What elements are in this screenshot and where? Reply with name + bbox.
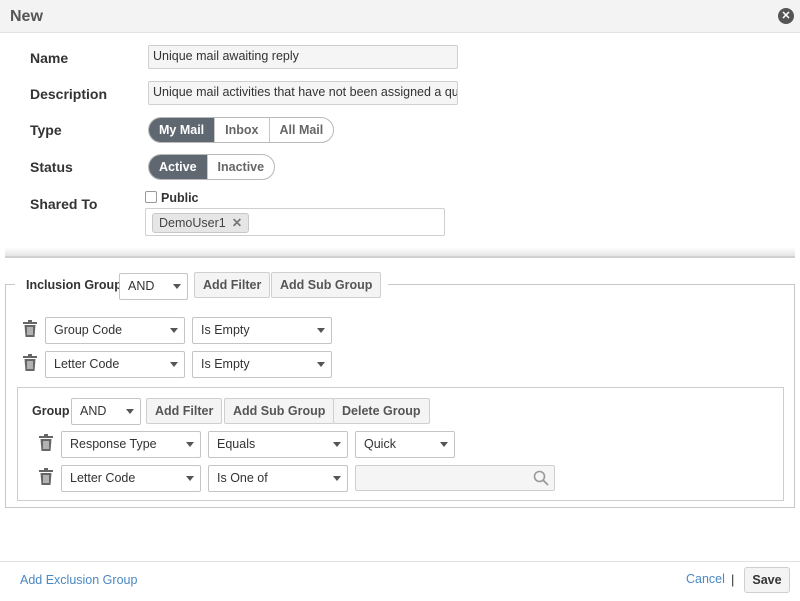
filter-field-select[interactable]: Letter Code <box>45 351 185 378</box>
filter-condition-value: Is Empty <box>201 323 250 337</box>
description-label: Description <box>30 86 108 102</box>
shared-user-tag: DemoUser1 ✕ <box>152 213 250 233</box>
remove-tag-icon[interactable]: ✕ <box>232 216 242 230</box>
shared-to-label: Shared To <box>30 196 98 212</box>
trash-icon[interactable] <box>38 434 54 452</box>
add-sub-group-button[interactable]: Add Sub Group <box>271 272 382 298</box>
description-input[interactable]: Unique mail activities that have not bee… <box>148 81 458 105</box>
sub-filter-value-search-input[interactable] <box>355 465 555 491</box>
trash-icon[interactable] <box>22 354 38 372</box>
chevron-down-icon <box>333 476 341 481</box>
delete-group-button[interactable]: Delete Group <box>333 398 430 424</box>
type-option-all-mail[interactable]: All Mail <box>270 118 334 142</box>
add-exclusion-group-link[interactable]: Add Exclusion Group <box>20 573 137 587</box>
inclusion-operator-select[interactable]: AND <box>119 273 188 300</box>
public-label: Public <box>161 191 199 205</box>
shared-user-tag-label: DemoUser1 <box>159 216 226 230</box>
status-label: Status <box>30 159 73 175</box>
filter-condition-value: Is Empty <box>201 357 250 371</box>
filter-condition-select[interactable]: Is Empty <box>192 317 332 344</box>
filter-field-value: Group Code <box>54 323 123 337</box>
sub-group-operator-value: AND <box>80 404 107 418</box>
search-icon <box>533 470 549 486</box>
chevron-down-icon <box>170 328 178 333</box>
name-label: Name <box>30 50 69 66</box>
chevron-down-icon <box>126 409 134 414</box>
status-option-inactive[interactable]: Inactive <box>208 155 275 179</box>
inclusion-operator-value: AND <box>128 279 155 293</box>
type-option-my-mail[interactable]: My Mail <box>149 118 216 142</box>
chevron-down-icon <box>173 284 181 289</box>
trash-icon[interactable] <box>38 468 54 486</box>
filter-condition-select[interactable]: Is Empty <box>192 351 332 378</box>
sub-filter-condition-select[interactable]: Equals <box>208 431 348 458</box>
sub-filter-value: Quick <box>364 437 396 451</box>
sub-filter-field-select[interactable]: Response Type <box>61 431 201 458</box>
section-divider <box>5 247 795 258</box>
close-icon[interactable]: ✕ <box>778 8 794 24</box>
status-segmented-control: Active Inactive <box>148 154 276 180</box>
chevron-down-icon <box>170 362 178 367</box>
sub-filter-field-value: Letter Code <box>70 471 136 485</box>
sub-filter-value-select[interactable]: Quick <box>355 431 455 458</box>
sub-filter-field-select[interactable]: Letter Code <box>61 465 201 492</box>
chevron-down-icon <box>317 328 325 333</box>
type-segmented-control: My Mail Inbox All Mail <box>148 117 335 143</box>
sub-group-add-sub-group-button[interactable]: Add Sub Group <box>224 398 335 424</box>
sub-group-label: Group <box>32 404 70 418</box>
sub-filter-condition-select[interactable]: Is One of <box>208 465 348 492</box>
chevron-down-icon <box>440 442 448 447</box>
footer-separator: | <box>731 572 735 587</box>
shared-to-input[interactable]: DemoUser1 ✕ <box>145 208 445 236</box>
dialog-title: New <box>10 8 43 25</box>
save-button[interactable]: Save <box>744 567 790 593</box>
status-option-active[interactable]: Active <box>149 155 208 179</box>
filter-field-select[interactable]: Group Code <box>45 317 185 344</box>
sub-group-add-filter-button[interactable]: Add Filter <box>146 398 223 424</box>
public-checkbox[interactable] <box>145 191 157 203</box>
inclusion-group-label: Inclusion Group <box>26 278 122 292</box>
sub-filter-field-value: Response Type <box>70 437 157 451</box>
sub-group-operator-select[interactable]: AND <box>71 398 141 425</box>
type-label: Type <box>30 122 62 138</box>
sub-filter-condition-value: Equals <box>217 437 256 451</box>
type-option-inbox[interactable]: Inbox <box>215 118 270 142</box>
dialog-titlebar: New ✕ <box>0 0 800 33</box>
name-input[interactable]: Unique mail awaiting reply <box>148 45 458 69</box>
trash-icon[interactable] <box>22 320 38 338</box>
chevron-down-icon <box>186 476 194 481</box>
filter-field-value: Letter Code <box>54 357 120 371</box>
sub-filter-condition-value: Is One of <box>217 471 268 485</box>
cancel-link[interactable]: Cancel <box>686 572 725 586</box>
chevron-down-icon <box>317 362 325 367</box>
add-filter-button[interactable]: Add Filter <box>194 272 271 298</box>
chevron-down-icon <box>333 442 341 447</box>
chevron-down-icon <box>186 442 194 447</box>
